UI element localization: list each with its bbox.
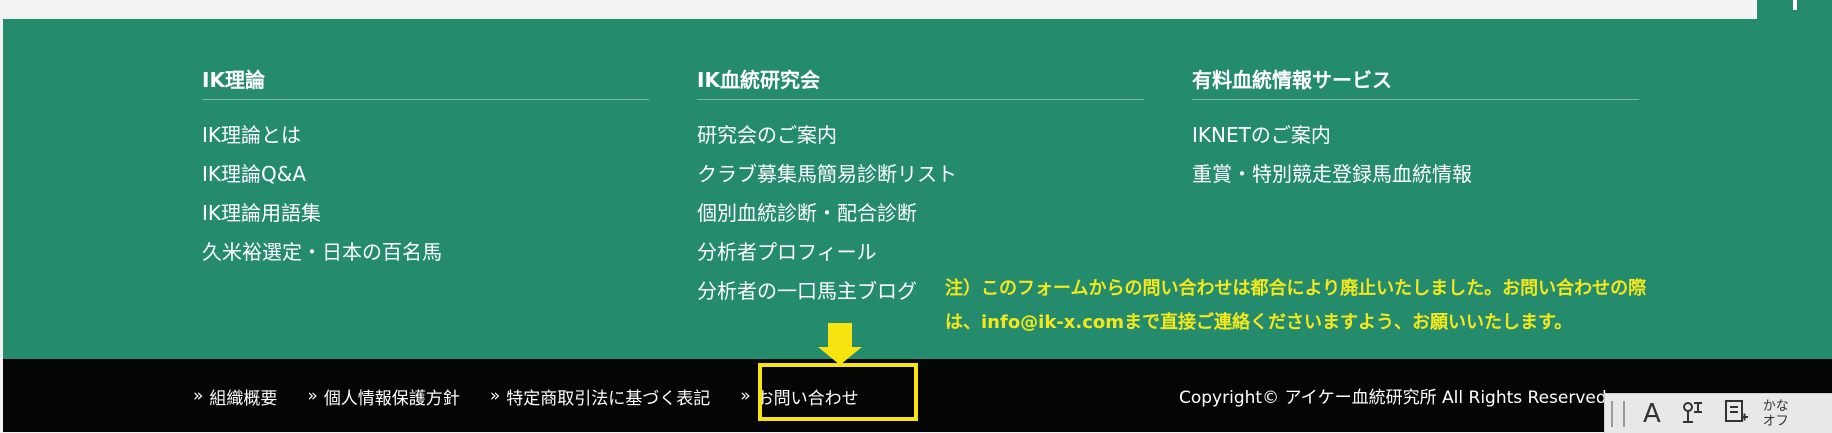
- annotation-arrow-stem: [828, 323, 852, 347]
- footer-link-list: IK理論とは IK理論Q&A IK理論用語集 久米裕選定・日本の百名馬: [202, 116, 649, 272]
- chevron-right-icon: »: [740, 386, 751, 406]
- column-divider: [1192, 99, 1639, 100]
- footer-link[interactable]: IKNETのご案内: [1192, 116, 1639, 155]
- page-top-strip: [0, 0, 1832, 19]
- chevron-right-icon: »: [193, 386, 204, 406]
- footer-link[interactable]: 分析者プロフィール: [697, 233, 1144, 272]
- tools-icon: [1682, 402, 1702, 423]
- ime-kana-toggle[interactable]: かな オフ: [1763, 399, 1791, 429]
- notice-line: は、info@ik-x.comまで直接ご連絡くださいますよう、お願いいたします。: [945, 312, 1573, 333]
- footer-link-list: IKNETのご案内 重賞・特別競走登録馬血統情報: [1192, 116, 1639, 194]
- footer-column-paid-services: 有料血統情報サービス IKNETのご案内 重賞・特別競走登録馬血統情報: [1192, 67, 1639, 194]
- footer-link[interactable]: 研究会のご案内: [697, 116, 1144, 155]
- footer-link[interactable]: 重賞・特別競走登録馬血統情報: [1192, 155, 1639, 194]
- footer-column-title: IK血統研究会: [697, 68, 820, 92]
- footer-link[interactable]: IK理論用語集: [202, 194, 649, 233]
- column-divider: [697, 99, 1144, 100]
- ime-tools-icon[interactable]: [1679, 398, 1705, 429]
- bottom-link-label: 組織概要: [209, 388, 278, 409]
- bottom-link-label: 個人情報保護方針: [323, 388, 460, 409]
- footer-column-title: 有料血統情報サービス: [1192, 68, 1392, 92]
- footer-link[interactable]: 久米裕選定・日本の百名馬: [202, 233, 649, 272]
- column-divider: [202, 99, 649, 100]
- bottom-link-privacy-policy[interactable]: » 個人情報保護方針: [307, 379, 459, 413]
- ime-kana-line: かな: [1762, 398, 1789, 414]
- scroll-to-top-button[interactable]: [1757, 0, 1832, 33]
- annotation-highlight-box: [758, 363, 918, 421]
- chevron-right-icon: »: [307, 386, 318, 406]
- arrow-up-icon: [1793, 0, 1797, 10]
- ime-pad-icon[interactable]: [1723, 398, 1749, 429]
- chevron-right-icon: »: [489, 386, 501, 406]
- ime-toolbar: A かな オフ: [1604, 393, 1832, 433]
- bottom-link-organization[interactable]: » 組織概要: [193, 379, 277, 413]
- grip-handle-icon[interactable]: [1611, 400, 1625, 427]
- bottom-link-label: 特定商取引法に基づく表記: [506, 388, 711, 409]
- ime-mode-button[interactable]: A: [1643, 401, 1661, 427]
- notice-line: 注）このフォームからの問い合わせは都合により廃止いたしました。お問い合わせの際: [945, 278, 1647, 299]
- bottom-link-commercial-law[interactable]: » 特定商取引法に基づく表記: [490, 379, 710, 413]
- footer-link[interactable]: IK理論Q&A: [202, 155, 649, 194]
- footer-link[interactable]: IK理論とは: [202, 116, 649, 155]
- copyright-text: Copyright© アイケー血統研究所 All Rights Reserved: [1179, 388, 1607, 408]
- footer-link[interactable]: 個別血統診断・配合診断: [697, 194, 1144, 233]
- note-pad-icon: [1724, 400, 1748, 422]
- footer-column-ik-theory: IK理論 IK理論とは IK理論Q&A IK理論用語集 久米裕選定・日本の百名馬: [202, 67, 649, 272]
- ime-kana-line: オフ: [1762, 413, 1789, 429]
- footer-column-title: IK理論: [202, 68, 265, 92]
- contact-form-notice: 注）このフォームからの問い合わせは都合により廃止いたしました。お問い合わせの際 …: [945, 272, 1795, 340]
- footer-link[interactable]: クラブ募集馬簡易診断リスト: [697, 155, 1144, 194]
